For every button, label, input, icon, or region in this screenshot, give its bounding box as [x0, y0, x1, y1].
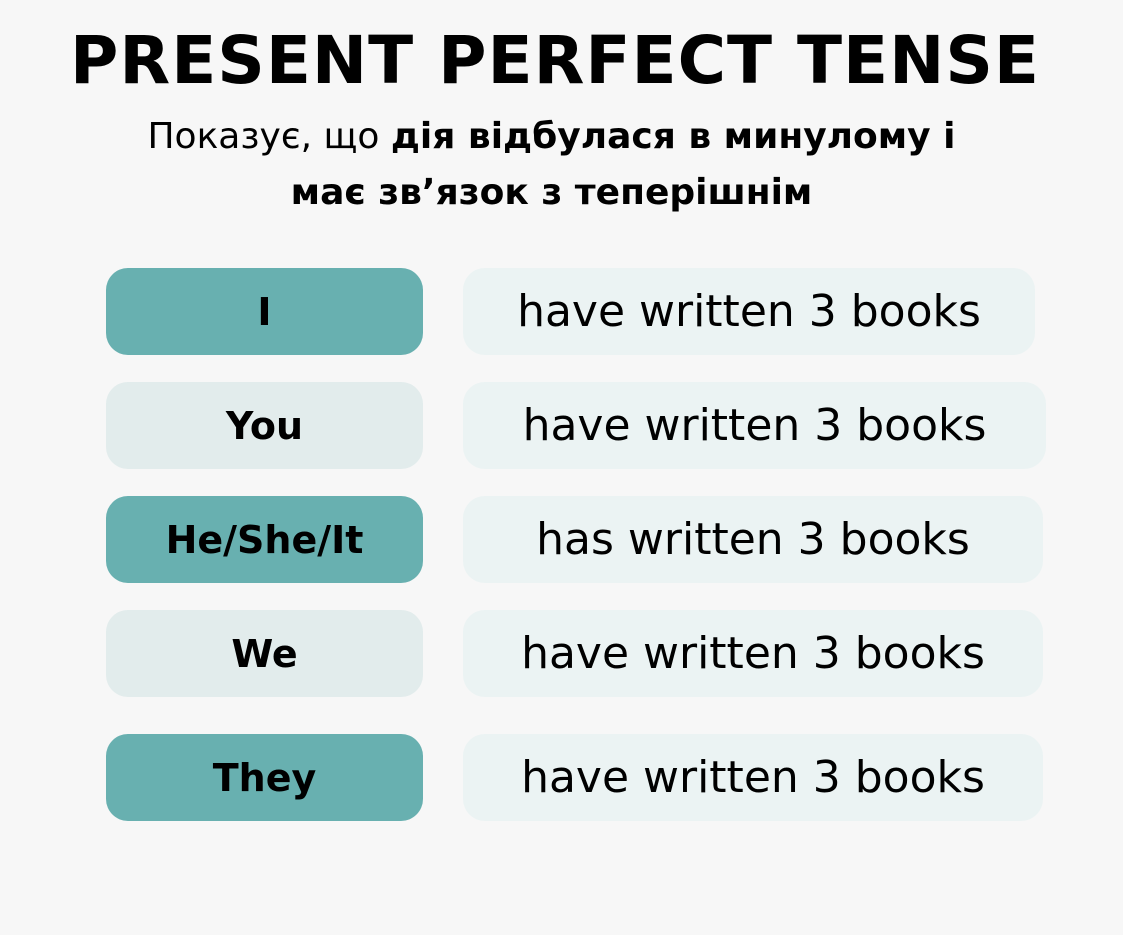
pronoun-i: I	[106, 268, 423, 355]
subtitle-bold: дія відбулася в минулому і	[390, 116, 956, 157]
page-title: PRESENT PERFECT TENSE	[70, 22, 1040, 99]
subtitle-line-1: Показує, що дія відбулася в минулому і	[0, 116, 1103, 157]
verb-he-she-it: has written 3 books	[463, 496, 1043, 583]
subtitle-line-2: має зв’язок з теперішнім	[290, 172, 813, 213]
subtitle-normal: Показує, що	[147, 116, 391, 157]
pronoun-they: They	[106, 734, 423, 821]
pronoun-we: We	[106, 610, 423, 697]
pronoun-you: You	[106, 382, 423, 469]
verb-i: have written 3 books	[463, 268, 1035, 355]
verb-they: have written 3 books	[463, 734, 1043, 821]
verb-you: have written 3 books	[463, 382, 1046, 469]
pronoun-he-she-it: He/She/It	[106, 496, 423, 583]
verb-we: have written 3 books	[463, 610, 1043, 697]
